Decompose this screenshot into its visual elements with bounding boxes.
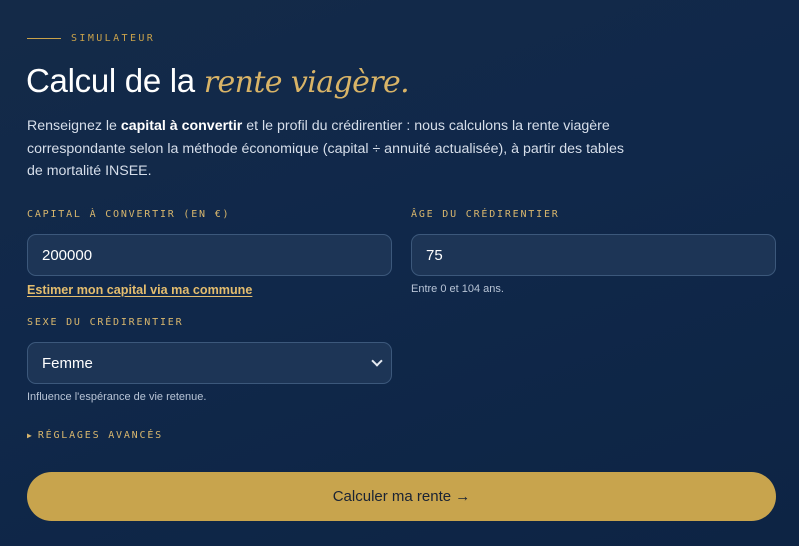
calculate-button[interactable]: Calculer ma rente →: [27, 472, 776, 521]
sex-label: SEXE DU CRÉDIRENTIER: [27, 317, 184, 328]
intro-text: Renseignez le capital à convertir et le …: [27, 115, 627, 183]
age-field[interactable]: [411, 234, 776, 276]
sex-hint: Influence l'espérance de vie retenue.: [27, 391, 207, 403]
intro-bold: capital à convertir: [120, 118, 243, 134]
eyebrow-rule: [27, 38, 61, 39]
age-hint: Entre 0 et 104 ans.: [411, 283, 504, 295]
section-eyebrow: SIMULATEUR: [27, 33, 155, 44]
sex-selected-value: Femme: [42, 354, 93, 372]
age-label: ÂGE DU CRÉDIRENTIER: [411, 209, 560, 220]
capital-label: CAPITAL À CONVERTIR (EN €): [27, 209, 231, 220]
capital-field[interactable]: [27, 234, 392, 276]
estimate-capital-link[interactable]: Estimer mon capital via ma commune: [27, 283, 252, 297]
capital-input[interactable]: [42, 246, 377, 264]
advanced-settings-toggle[interactable]: ▶ RÉGLAGES AVANCÉS: [27, 430, 163, 441]
age-input[interactable]: [426, 246, 761, 264]
page-title-accent: rente viagère.: [203, 65, 410, 100]
intro-before: Renseignez le: [27, 118, 121, 134]
advanced-settings-label: RÉGLAGES AVANCÉS: [37, 430, 163, 441]
eyebrow-label: SIMULATEUR: [71, 33, 156, 44]
page-title: Calcul de la rente viagère.: [26, 62, 410, 100]
sex-select[interactable]: Femme: [27, 342, 392, 384]
page-title-main: Calcul de la: [26, 62, 204, 99]
chevron-down-icon: [371, 355, 383, 367]
triangle-right-icon: ▶: [27, 431, 32, 440]
